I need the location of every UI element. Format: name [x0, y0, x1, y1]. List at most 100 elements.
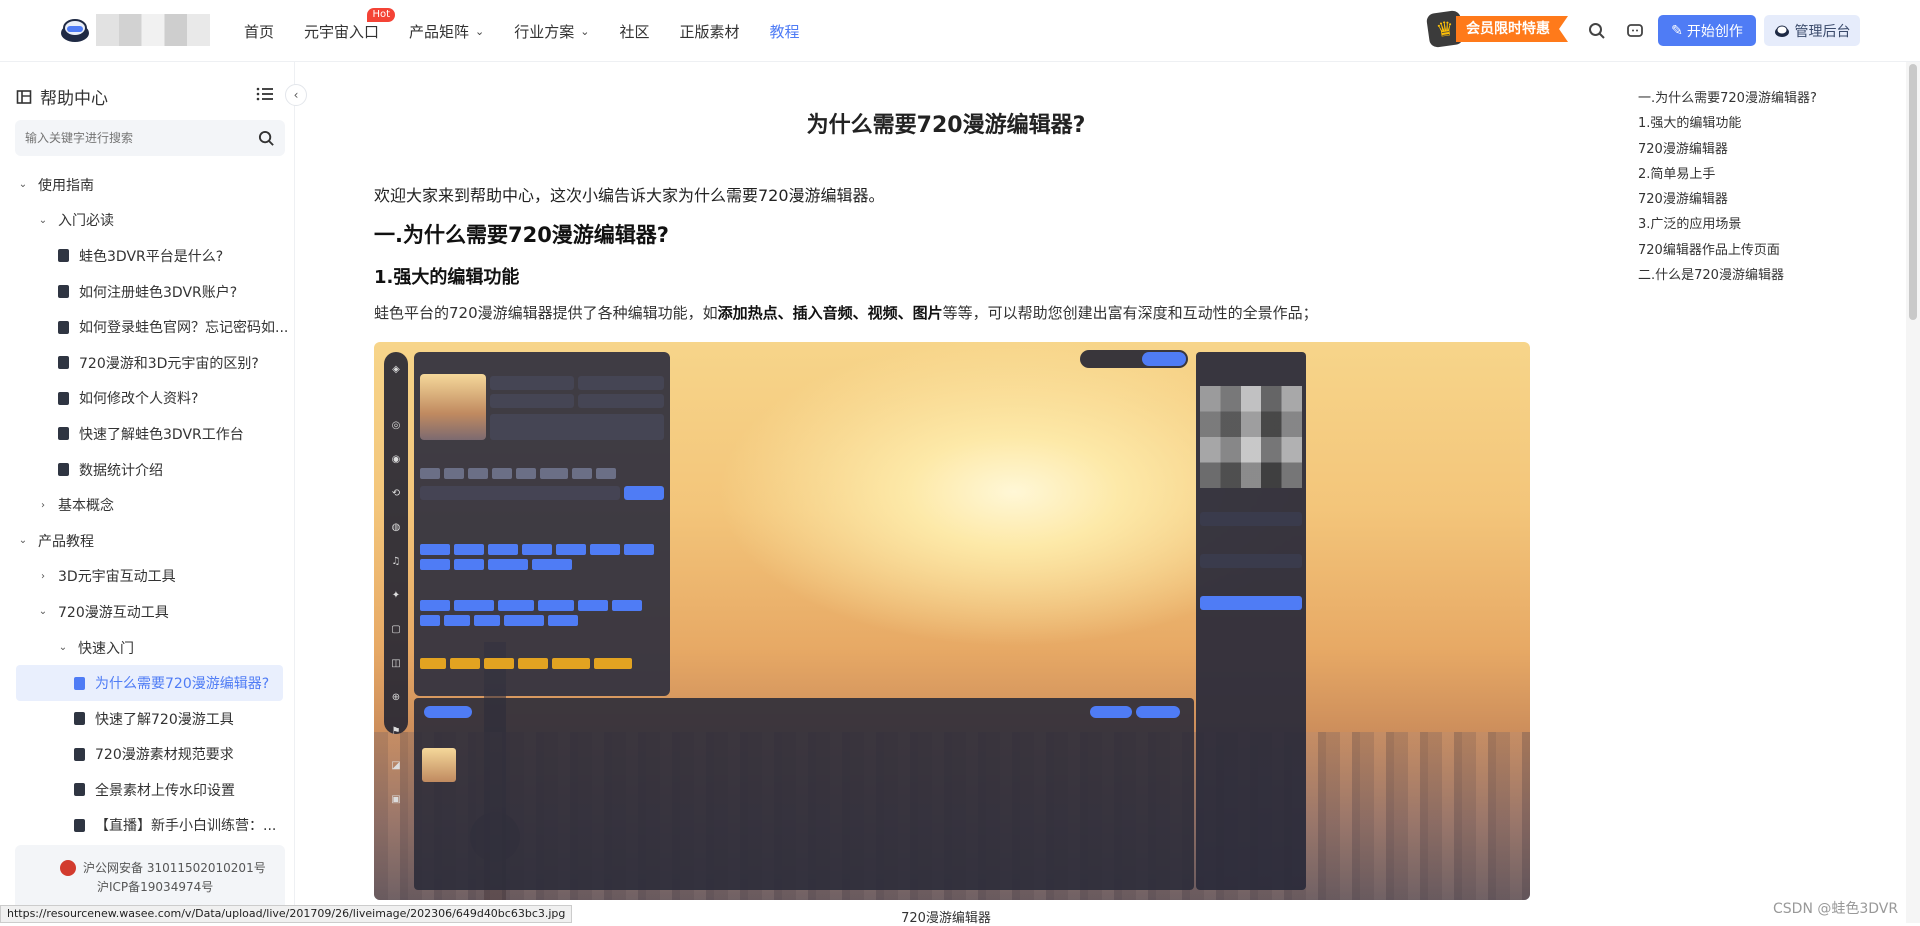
panel-button [624, 486, 664, 500]
tree-folder[interactable]: › 3D元宇宙互动工具 [0, 559, 295, 595]
admin-button[interactable]: 管理后台 [1764, 15, 1860, 46]
tree-item-label: 3D元宇宙互动工具 [58, 569, 176, 586]
tree-doc[interactable]: 为什么需要720漫游编辑器? [16, 665, 283, 701]
paragraph-bold: 添加热点、插入音频、视频、图片 [717, 304, 943, 322]
nav-item-label: 行业方案 [514, 22, 575, 41]
tree-item-label: 720漫游和3D元宇宙的区别? [79, 355, 259, 372]
nav-item[interactable]: 产品矩阵 ⌄ [409, 21, 484, 42]
nav-item-label: 元宇宙入口 [304, 22, 380, 41]
toc-item[interactable]: 720编辑器作品上传页面 [1638, 241, 1898, 266]
tree-folder[interactable]: ⌄ 使用指南 [0, 167, 295, 203]
editor-scene-strip-mock [414, 698, 1194, 890]
tree-doc[interactable]: 全景素材上传水印设置 [0, 772, 295, 808]
article-paragraph: 蛙色平台的720漫游编辑器提供了各种编辑功能，如添加热点、插入音频、视频、图片等… [374, 302, 1318, 323]
notice-icon: ◪ [391, 759, 401, 771]
toc-item[interactable]: 2.简单易上手 [1638, 165, 1898, 190]
tree-item-label: 720漫游互动工具 [58, 604, 169, 621]
document-icon [74, 747, 85, 761]
tree-doc[interactable]: 【直播】新手小白训练营：... [0, 808, 295, 844]
tree-doc[interactable]: 快速了解蛙色3DVR工作台 [0, 416, 295, 452]
document-icon [74, 818, 85, 832]
sidebar-search-input[interactable] [25, 131, 258, 145]
csdn-watermark: CSDN @蛙色3DVR [1773, 901, 1899, 917]
panel-field [578, 376, 664, 390]
start-create-button[interactable]: ✎ 开始创作 [1658, 15, 1756, 46]
toc-item[interactable]: 二.什么是720漫游编辑器 [1638, 266, 1898, 291]
panel-row [1200, 554, 1302, 568]
tree-item-label: 如何注册蛙色3DVR账户? [79, 284, 238, 301]
toc-item[interactable]: 1.强大的编辑功能 [1638, 114, 1898, 139]
tree-item-label: 蛙色3DVR平台是什么? [79, 248, 224, 265]
tree-doc[interactable]: 数据统计介绍 [0, 452, 295, 488]
tree-item-label: 为什么需要720漫游编辑器? [95, 676, 270, 693]
help-sidebar: 帮助中心 ‹ ⌄ 使用指南 ⌄ 入门必读蛙色3DVR平台是什么? 如何注册蛙色3DVR账… [0, 62, 307, 923]
promo-label: 会员限时特惠 [1456, 16, 1568, 42]
hotspot-icon: ◉ [391, 453, 401, 465]
tree-folder[interactable]: › 基本概念 [0, 487, 295, 523]
tree-doc[interactable]: 快速了解720漫游工具 [0, 701, 295, 737]
chevron-right-icon: › [41, 499, 45, 511]
sidebar-title: 帮助中心 [40, 89, 108, 109]
nav-item-label: 产品矩阵 [409, 22, 470, 41]
chevron-right-icon: › [41, 570, 45, 582]
editor-topbar-mock [1080, 350, 1188, 368]
police-record[interactable]: 沪公网安备 31011502010201号 [83, 859, 266, 876]
document-icon [58, 427, 69, 441]
tree-folder[interactable]: ⌄ 720漫游互动工具 [0, 594, 295, 630]
tree-doc[interactable]: 如何修改个人资料? [0, 381, 295, 417]
doc-tree: ⌄ 使用指南 ⌄ 入门必读蛙色3DVR平台是什么? 如何注册蛙色3DVR账户? 如何登录蛙… [0, 167, 295, 843]
tree-doc[interactable]: 蛙色3DVR平台是什么? [0, 238, 295, 274]
brand-logo[interactable] [58, 14, 92, 48]
tree-item-label: 快速入门 [78, 640, 134, 657]
editor-settings-panel-mock [414, 352, 670, 696]
toc-item[interactable]: 720漫游编辑器 [1638, 190, 1898, 215]
outline-list-icon[interactable] [256, 86, 274, 107]
scrollbar-thumb[interactable] [1909, 64, 1917, 320]
nav-item[interactable]: 首页 [244, 21, 274, 42]
nav-item-label: 正版素材 [679, 22, 740, 41]
nav-item[interactable]: 教程 [770, 21, 800, 42]
mask-icon: ◍ [391, 521, 401, 533]
admin-label: 管理后台 [1794, 23, 1851, 40]
message-icon[interactable] [1623, 19, 1647, 43]
panel-field [490, 394, 574, 408]
tree-doc[interactable]: 如何登录蛙色官网？忘记密码如... [0, 309, 295, 345]
toc-item[interactable]: 一.为什么需要720漫游编辑器? [1638, 89, 1898, 114]
document-icon [58, 249, 69, 263]
nav-item[interactable]: 行业方案 ⌄ [514, 21, 589, 42]
brand-name-blurred [96, 14, 210, 46]
editor-screenshot-image[interactable]: ◈ ◎ ◉ ⟲ ◍ ♫ ✦ ▢ ◫ ⊕ ⚑ ◪ ▣ [374, 342, 1530, 900]
tree-item-label: 基本概念 [58, 498, 114, 515]
document-icon [58, 285, 69, 299]
toc-item[interactable]: 3.广泛的应用场景 [1638, 215, 1898, 240]
search-icon[interactable] [258, 130, 275, 147]
main-nav: 首页 元宇宙入口 Hot 产品矩阵 ⌄ 行业方案 ⌄ 社区 正版素材 教程 [244, 0, 830, 62]
nav-item[interactable]: 社区 [620, 21, 650, 42]
search-icon[interactable] [1585, 19, 1609, 43]
strip-button [1090, 706, 1132, 718]
collapse-sidebar-button[interactable]: ‹ [285, 84, 307, 106]
nav-item[interactable]: 元宇宙入口 Hot [304, 7, 396, 42]
member-promo[interactable]: ♛ 会员限时特惠 [1425, 9, 1568, 49]
lock-icon: ▣ [391, 793, 401, 805]
nav-item-label: 首页 [244, 22, 275, 41]
hot-badge: Hot [367, 7, 396, 22]
tree-folder[interactable]: ⌄ 入门必读 [0, 203, 295, 239]
scene-thumbnail [422, 748, 456, 782]
tree-folder[interactable]: ⌄ 产品教程 [0, 523, 295, 559]
tree-doc[interactable]: 如何注册蛙色3DVR账户? [0, 274, 295, 310]
page-scrollbar[interactable] [1906, 62, 1920, 923]
tree-item-label: 数据统计介绍 [79, 462, 163, 479]
tree-item-label: 如何修改个人资料? [79, 391, 199, 408]
article-intro: 欢迎大家来到帮助中心，这次小编告诉大家为什么需要720漫游编辑器。 [374, 186, 885, 205]
article-title: 为什么需要720漫游编辑器? [806, 113, 1086, 138]
document-icon [74, 783, 85, 797]
tree-doc[interactable]: 720漫游素材规范要求 [0, 737, 295, 773]
tree-folder[interactable]: ⌄ 快速入门 [0, 630, 295, 666]
nav-item[interactable]: 正版素材 [680, 21, 740, 42]
icp-record[interactable]: 沪ICP备19034974号 [97, 878, 213, 895]
tree-doc[interactable]: 720漫游和3D元宇宙的区别? [0, 345, 295, 381]
chevron-down-icon: ⌄ [38, 606, 48, 618]
toc-item[interactable]: 720漫游编辑器 [1638, 140, 1898, 165]
table-of-contents: 一.为什么需要720漫游编辑器? 1.强大的编辑功能 720漫游编辑器 2.简单易上手… [1638, 89, 1898, 291]
